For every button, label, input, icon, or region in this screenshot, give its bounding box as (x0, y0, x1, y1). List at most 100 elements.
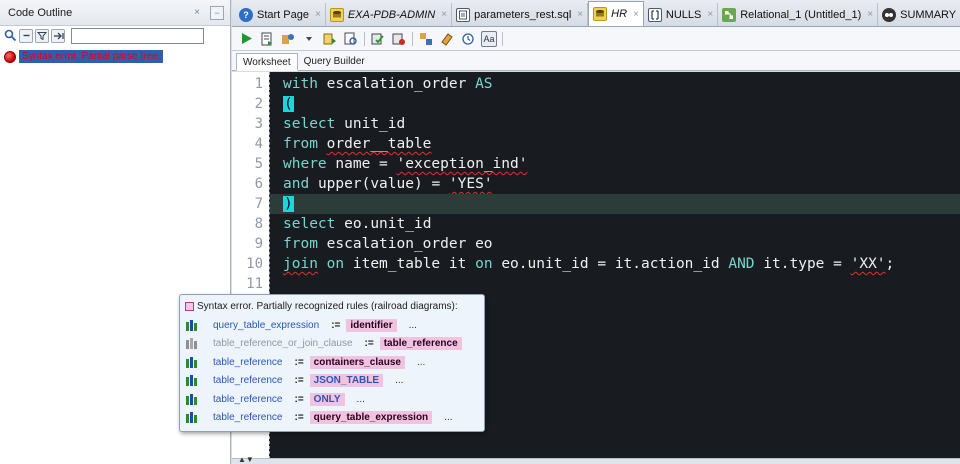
code-line[interactable]: from order__table (270, 134, 960, 154)
rule-continuation: ... (356, 393, 365, 405)
tooltip-header: Syntax error. Partially recognized rules… (180, 295, 484, 313)
rule-assign: := (294, 375, 304, 386)
chevron-down-icon[interactable] (301, 31, 317, 47)
run-statement-icon[interactable] (238, 31, 254, 47)
railroad-rule-row[interactable]: table_reference:= query_table_expression.… (186, 409, 478, 427)
rule-expected-token: identifier (346, 318, 397, 332)
worksheet-toolbar: Aa (232, 27, 960, 51)
line-number: 4 (254, 136, 263, 152)
filter-icon[interactable] (35, 28, 49, 43)
tab-parameters-rest-sql[interactable]: parameters_rest.sql × (452, 3, 589, 26)
history-icon[interactable] (460, 31, 476, 47)
search-icon[interactable] (3, 29, 17, 43)
rule-expected-token: table_reference (379, 337, 462, 350)
railroad-diagram-icon (185, 301, 194, 311)
rule-expected-token: query_table_expression (309, 411, 433, 424)
railroad-rule-row[interactable]: query_table_expression := identifier... (186, 316, 478, 334)
parse-error-node[interactable]: Syntax error. Partial parse tree: (4, 50, 230, 63)
code-line[interactable]: select unit_id (270, 114, 960, 134)
code-line[interactable] (270, 274, 960, 294)
line-number: 6 (254, 176, 263, 192)
railroad-rule-row[interactable]: table_reference:= ONLY... (186, 390, 478, 408)
railroad-rule-row[interactable]: table_reference:= JSON_TABLE... (186, 372, 478, 390)
tab-worksheet[interactable]: Worksheet (236, 53, 298, 71)
rule-diagram-icon (186, 393, 200, 405)
document-tab-bar: ? Start Page × EXA-PDB-ADMIN × parameter… (232, 0, 960, 27)
close-tab-icon[interactable]: × (707, 9, 713, 20)
tab-summary[interactable]: SUMMARY × (878, 3, 960, 26)
line-number: 5 (254, 156, 263, 172)
query-lookup-icon[interactable] (343, 31, 359, 47)
code-line[interactable]: from escalation_order eo (270, 234, 960, 254)
horizontal-scrollbar[interactable]: ▲▼ (232, 455, 960, 464)
parse-error-message: Syntax error. Partial parse tree: (19, 50, 164, 63)
autotrace-icon[interactable] (280, 31, 296, 47)
tab-nulls[interactable]: NULLS × (644, 3, 719, 26)
minimize-panel-icon[interactable]: − (210, 5, 224, 20)
close-tab-icon[interactable]: × (633, 9, 639, 20)
rule-continuation: ... (408, 319, 417, 331)
tab-hr[interactable]: HR × (588, 1, 644, 26)
rule-continuation: ... (416, 356, 426, 368)
toolbar-separator (502, 31, 503, 46)
code-line[interactable]: and upper(value) = 'YES' (270, 174, 960, 194)
rule-assign: := (331, 319, 341, 331)
sql-developer-window: Code Outline × − Syntax error. Partial p… (0, 0, 960, 464)
relational-model-icon (722, 7, 737, 22)
rule-expected-token: containers_clause (309, 355, 405, 369)
tab-start-page[interactable]: ? Start Page × (235, 3, 326, 26)
rule-name: table_reference (213, 412, 283, 423)
line-number: 1 (254, 76, 263, 92)
rule-assign: := (294, 356, 304, 368)
format-case-icon[interactable]: Aa (481, 30, 497, 47)
database-connection-icon (593, 7, 608, 21)
rule-name: table_reference_or_join_clause (213, 338, 353, 349)
commit-icon[interactable] (370, 31, 386, 47)
line-number: 9 (254, 236, 263, 252)
nulls-icon (647, 7, 662, 22)
run-script-icon[interactable] (259, 31, 275, 47)
close-tab-icon[interactable]: × (315, 9, 321, 20)
rule-diagram-icon (186, 338, 200, 349)
rule-assign: := (364, 338, 374, 349)
code-line[interactable]: where name = 'exception_ind' (270, 154, 960, 174)
tab-relational-1[interactable]: Relational_1 (Untitled_1) × (718, 3, 879, 26)
railroad-rule-row[interactable]: table_reference:= containers_clause... (186, 353, 478, 371)
sync-to-editor-icon[interactable] (51, 28, 65, 43)
tab-query-builder[interactable]: Query Builder (298, 52, 371, 70)
code-line[interactable]: ( (270, 94, 960, 114)
tab-exa-pdb-admin[interactable]: EXA-PDB-ADMIN × (326, 3, 453, 26)
line-number: 8 (254, 216, 263, 232)
collapse-all-icon[interactable] (19, 28, 33, 43)
close-panel-icon[interactable]: × (190, 6, 204, 20)
explain-plan-icon[interactable] (322, 31, 338, 47)
rule-assign: := (294, 393, 304, 405)
code-line[interactable]: ) (270, 194, 960, 214)
outline-search-input[interactable] (71, 27, 204, 44)
toolbar-separator (412, 31, 413, 46)
close-tab-icon[interactable]: × (441, 9, 447, 20)
close-tab-icon[interactable]: × (867, 9, 873, 20)
code-outline-toolbar (0, 26, 230, 45)
code-line[interactable]: select eo.unit_id (270, 214, 960, 234)
scroll-arrows-icon[interactable]: ▲▼ (238, 455, 254, 464)
eraser-icon[interactable] (439, 31, 455, 47)
code-line[interactable]: join on item_table it on eo.unit_id = it… (270, 254, 960, 274)
rule-name: query_table_expression (213, 319, 320, 331)
toolbar-separator (364, 31, 365, 46)
rule-name: table_reference (213, 393, 283, 405)
rule-expected-token: JSON_TABLE (309, 374, 384, 387)
line-number: 10 (246, 256, 263, 272)
tooltip-title: Syntax error. Partially recognized rules… (197, 300, 458, 312)
summary-icon (882, 7, 897, 22)
help-icon: ? (239, 7, 253, 22)
code-line[interactable]: with escalation_order AS (270, 74, 960, 94)
rule-diagram-icon (186, 356, 200, 368)
rollback-icon[interactable] (391, 31, 407, 47)
railroad-rule-row[interactable]: table_reference_or_join_clause := table_re… (186, 335, 478, 353)
line-number: 11 (246, 276, 263, 292)
sql-tuning-icon[interactable] (418, 31, 434, 47)
rule-diagram-icon (186, 412, 200, 423)
close-tab-icon[interactable]: × (577, 9, 583, 20)
error-icon (4, 50, 16, 63)
